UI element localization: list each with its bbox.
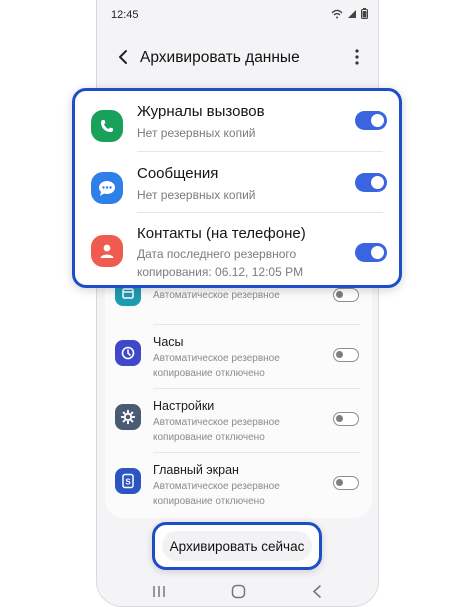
backup-toggle-on[interactable] [355, 173, 387, 192]
home-icon[interactable] [231, 584, 246, 599]
navigation-bar [97, 576, 378, 606]
status-icons [331, 8, 368, 19]
list-item-subtitle: копирование отключено [153, 432, 265, 443]
list-item-subtitle: Автоматическое резервное [153, 417, 280, 428]
home-screen-icon: S [115, 468, 141, 494]
toggle-knob [336, 479, 343, 486]
list-item-subtitle: копирование отключено [153, 496, 265, 507]
list-item-title: Журналы вызовов [137, 103, 265, 120]
status-bar: 12:45 [97, 0, 378, 30]
backup-toggle[interactable] [333, 288, 359, 302]
phone-icon [91, 110, 123, 142]
list-item-subtitle: Нет резервных копий [137, 188, 256, 202]
contact-icon [91, 235, 123, 267]
backup-now-callout: Архивировать сейчас [152, 522, 322, 570]
gear-icon [115, 404, 141, 430]
list-item-subtitle: Дата последнего резервного [137, 247, 297, 261]
svg-text:S: S [125, 478, 131, 487]
page-title: Архивировать данные [140, 49, 300, 66]
list-item-call-logs[interactable]: Журналы вызовов Нет резервных копий [75, 101, 399, 151]
status-time: 12:45 [111, 9, 139, 21]
back-nav-icon[interactable] [311, 584, 323, 599]
background-backup-list: Автоматическое резервное Часы Автоматиче… [105, 260, 372, 518]
backup-toggle-on[interactable] [355, 243, 387, 262]
backup-toggle[interactable] [333, 476, 359, 490]
list-item-title: Часы [153, 335, 184, 349]
app-bar: Архивировать данные [97, 36, 378, 80]
toggle-knob [371, 246, 384, 259]
divider [137, 212, 383, 213]
backup-toggle-on[interactable] [355, 111, 387, 130]
highlighted-backup-list: Журналы вызовов Нет резервных копий Сооб… [72, 88, 402, 288]
back-arrow-icon[interactable] [113, 46, 135, 68]
message-icon [91, 172, 123, 204]
list-item-contacts[interactable]: Контакты (на телефоне) Дата последнего р… [75, 225, 399, 285]
divider [153, 452, 360, 453]
toggle-knob [336, 415, 343, 422]
toggle-knob [336, 291, 343, 298]
divider [153, 324, 360, 325]
battery-icon [361, 8, 368, 19]
list-item-title: Главный экран [153, 463, 239, 477]
signal-icon [348, 9, 356, 18]
list-item-subtitle: Автоматическое резервное [153, 353, 280, 364]
more-options-icon[interactable] [350, 46, 364, 68]
list-item-subtitle: Автоматическое резервное [153, 481, 280, 492]
list-item-subtitle: копирование отключено [153, 368, 265, 379]
list-item-title: Сообщения [137, 165, 219, 182]
toggle-knob [371, 114, 384, 127]
backup-toggle[interactable] [333, 412, 359, 426]
recent-apps-icon[interactable] [152, 585, 166, 598]
list-item-subtitle: Автоматическое резервное [153, 290, 280, 301]
divider [137, 151, 383, 152]
list-item-subtitle: Нет резервных копий [137, 126, 256, 140]
clock-icon [115, 340, 141, 366]
toggle-knob [371, 176, 384, 189]
backup-toggle[interactable] [333, 348, 359, 362]
list-item-title: Контакты (на телефоне) [137, 225, 306, 242]
list-item-messages[interactable]: Сообщения Нет резервных копий [75, 163, 399, 213]
backup-now-button[interactable]: Архивировать сейчас [162, 531, 312, 561]
toggle-knob [336, 351, 343, 358]
list-item-subtitle: копирования: 06.12, 12:05 PM [137, 265, 304, 279]
wifi-icon [331, 9, 343, 18]
divider [153, 388, 360, 389]
list-item-title: Настройки [153, 399, 215, 413]
